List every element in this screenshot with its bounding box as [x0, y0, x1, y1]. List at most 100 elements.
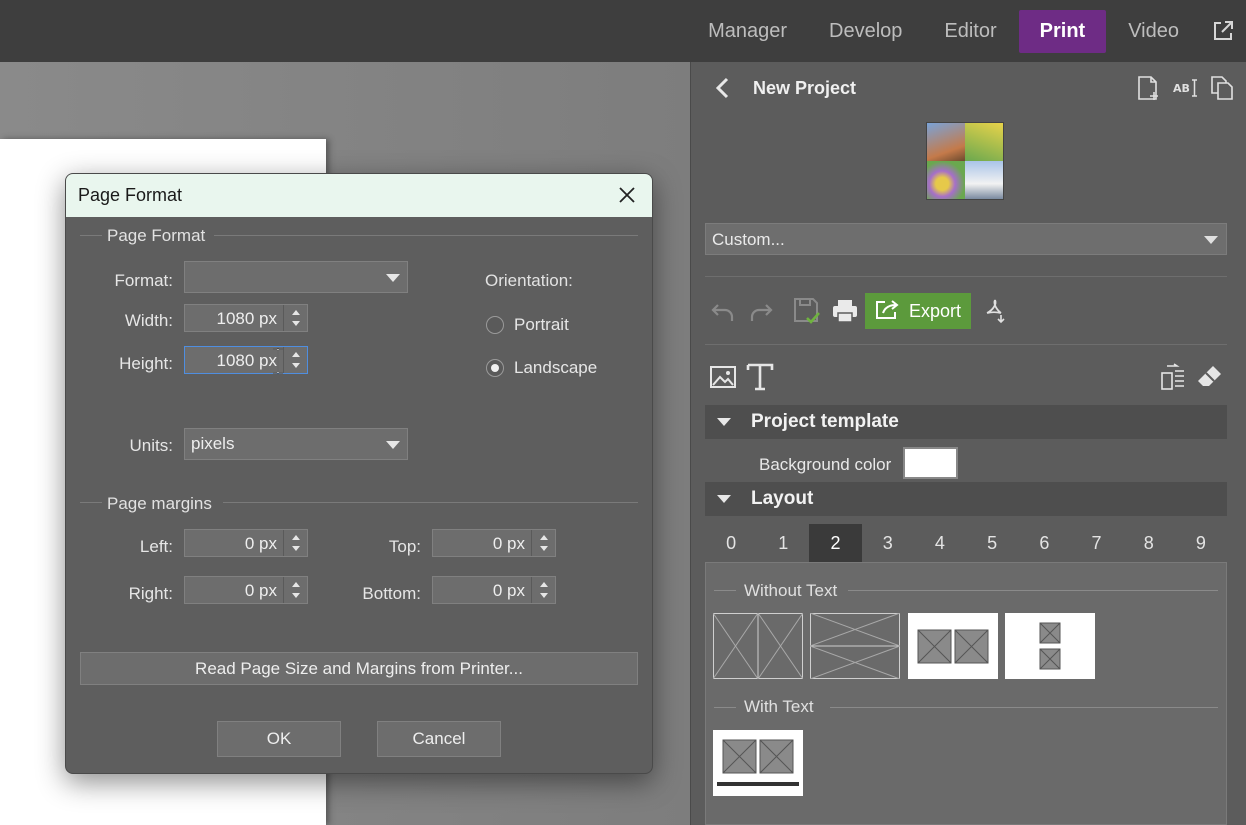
layout-count-selector: 0 1 2 3 4 5 6 7 8 9 — [705, 524, 1227, 562]
spin-arrows-icon[interactable] — [531, 530, 555, 556]
portrait-radio[interactable]: Portrait — [486, 315, 569, 335]
preset-value: Custom... — [712, 230, 785, 249]
right-margin-label: Right: — [128, 584, 173, 603]
chevron-down-icon — [386, 441, 400, 449]
tab-video[interactable]: Video — [1107, 10, 1200, 53]
format-dropdown[interactable] — [184, 261, 408, 293]
back-arrow-icon[interactable] — [711, 76, 735, 105]
right-margin-input[interactable]: 0 px — [184, 576, 308, 604]
spin-arrows-icon[interactable] — [283, 305, 307, 331]
orientation-label: Orientation: — [485, 271, 573, 290]
units-label: Units: — [129, 436, 173, 455]
duplicate-page-icon[interactable] — [1208, 74, 1235, 102]
layout-gallery: Without Text With Text — [705, 562, 1227, 825]
dialog-title-bar: Page Format — [66, 174, 652, 217]
ok-button[interactable]: OK — [217, 721, 341, 757]
right-margin-value: 0 px — [244, 581, 277, 600]
layout-count-1[interactable]: 1 — [757, 524, 809, 562]
height-value: 1080 px — [216, 351, 278, 370]
text-cursor-icon — [271, 347, 285, 380]
left-margin-input[interactable]: 0 px — [184, 529, 308, 557]
cancel-button[interactable]: Cancel — [377, 721, 501, 757]
rename-icon[interactable]: AB — [1171, 74, 1198, 102]
collapse-triangle-icon — [717, 495, 731, 503]
format-label: Format: — [114, 271, 173, 290]
swap-photos-icon[interactable] — [1159, 363, 1187, 396]
chevron-down-icon — [1204, 236, 1218, 244]
divider — [705, 276, 1227, 277]
width-input[interactable]: 1080 px — [184, 304, 308, 332]
tab-develop[interactable]: Develop — [808, 10, 923, 53]
width-value: 1080 px — [216, 309, 278, 328]
print-icon[interactable] — [827, 293, 863, 329]
layout-count-3[interactable]: 3 — [862, 524, 914, 562]
layout-count-8[interactable]: 8 — [1123, 524, 1175, 562]
section-title: Layout — [751, 488, 814, 509]
portrait-label: Portrait — [514, 315, 569, 334]
fieldset-title-page-format: Page Format — [107, 226, 206, 245]
new-page-icon[interactable] — [1134, 74, 1161, 102]
tab-editor[interactable]: Editor — [923, 10, 1017, 53]
insert-text-icon[interactable] — [745, 361, 775, 398]
chevron-down-icon — [386, 274, 400, 282]
layout-two-with-caption[interactable] — [713, 730, 803, 796]
export-button[interactable]: Export — [865, 293, 972, 329]
bottom-margin-input[interactable]: 0 px — [432, 576, 556, 604]
bottom-margin-label: Bottom: — [362, 584, 421, 603]
collapse-triangle-icon — [717, 418, 731, 426]
eraser-icon[interactable] — [1195, 363, 1223, 396]
save-icon[interactable] — [789, 293, 825, 329]
section-title: Project template — [751, 411, 899, 432]
landscape-radio[interactable]: Landscape — [486, 358, 597, 378]
layout-count-0[interactable]: 0 — [705, 524, 757, 562]
project-header: New Project AB — [691, 62, 1246, 114]
layout-two-horizontal[interactable] — [809, 612, 901, 680]
project-template-header[interactable]: Project template — [705, 405, 1227, 439]
layout-count-5[interactable]: 5 — [966, 524, 1018, 562]
height-input[interactable]: 1080 px — [184, 346, 308, 374]
insert-toolbar — [705, 361, 1227, 395]
group-title-without-text: Without Text — [744, 581, 838, 600]
top-bar: Manager Develop Editor Print Video — [0, 0, 1246, 62]
landscape-label: Landscape — [514, 358, 598, 377]
units-value: pixels — [191, 434, 235, 453]
external-window-icon[interactable] — [1200, 10, 1246, 53]
module-nav: Manager Develop Editor Print Video — [687, 0, 1246, 62]
left-margin-value: 0 px — [244, 534, 277, 553]
layout-two-framed-vertical[interactable] — [1005, 613, 1095, 679]
page-format-dialog: Page Format Page Format Format: Width: 1… — [65, 173, 653, 774]
print-panel: New Project AB Custom... Export Project … — [690, 62, 1246, 825]
close-icon[interactable] — [616, 184, 638, 206]
svg-text:AB: AB — [1173, 82, 1190, 95]
layout-count-9[interactable]: 9 — [1175, 524, 1227, 562]
tab-print[interactable]: Print — [1018, 9, 1107, 53]
top-margin-value: 0 px — [492, 534, 525, 553]
spin-arrows-icon[interactable] — [283, 347, 307, 373]
layout-count-2[interactable]: 2 — [809, 524, 862, 562]
spin-arrows-icon[interactable] — [283, 577, 307, 603]
insert-image-icon[interactable] — [709, 363, 737, 396]
units-dropdown[interactable]: pixels — [184, 428, 408, 460]
spin-arrows-icon[interactable] — [531, 577, 555, 603]
redo-icon[interactable] — [743, 293, 779, 329]
header-tools: AB — [1134, 74, 1235, 102]
fieldset-title-margins: Page margins — [107, 494, 212, 513]
divider — [705, 344, 1227, 345]
undo-icon[interactable] — [705, 293, 741, 329]
layout-count-7[interactable]: 7 — [1070, 524, 1122, 562]
project-title: New Project — [753, 78, 857, 98]
top-margin-input[interactable]: 0 px — [432, 529, 556, 557]
layout-count-6[interactable]: 6 — [1018, 524, 1070, 562]
layout-two-vertical[interactable] — [712, 612, 804, 680]
read-from-printer-button[interactable]: Read Page Size and Margins from Printer.… — [80, 652, 638, 685]
background-color-swatch[interactable] — [903, 447, 958, 479]
layout-two-framed-horizontal[interactable] — [908, 613, 998, 679]
layout-header[interactable]: Layout — [705, 482, 1227, 516]
spin-arrows-icon[interactable] — [283, 530, 307, 556]
bottom-margin-value: 0 px — [492, 581, 525, 600]
pdf-icon[interactable] — [977, 293, 1013, 329]
tab-manager[interactable]: Manager — [687, 10, 808, 53]
page-preset-dropdown[interactable]: Custom... — [705, 223, 1227, 255]
layout-count-4[interactable]: 4 — [914, 524, 966, 562]
project-thumbnail[interactable] — [926, 122, 1004, 200]
